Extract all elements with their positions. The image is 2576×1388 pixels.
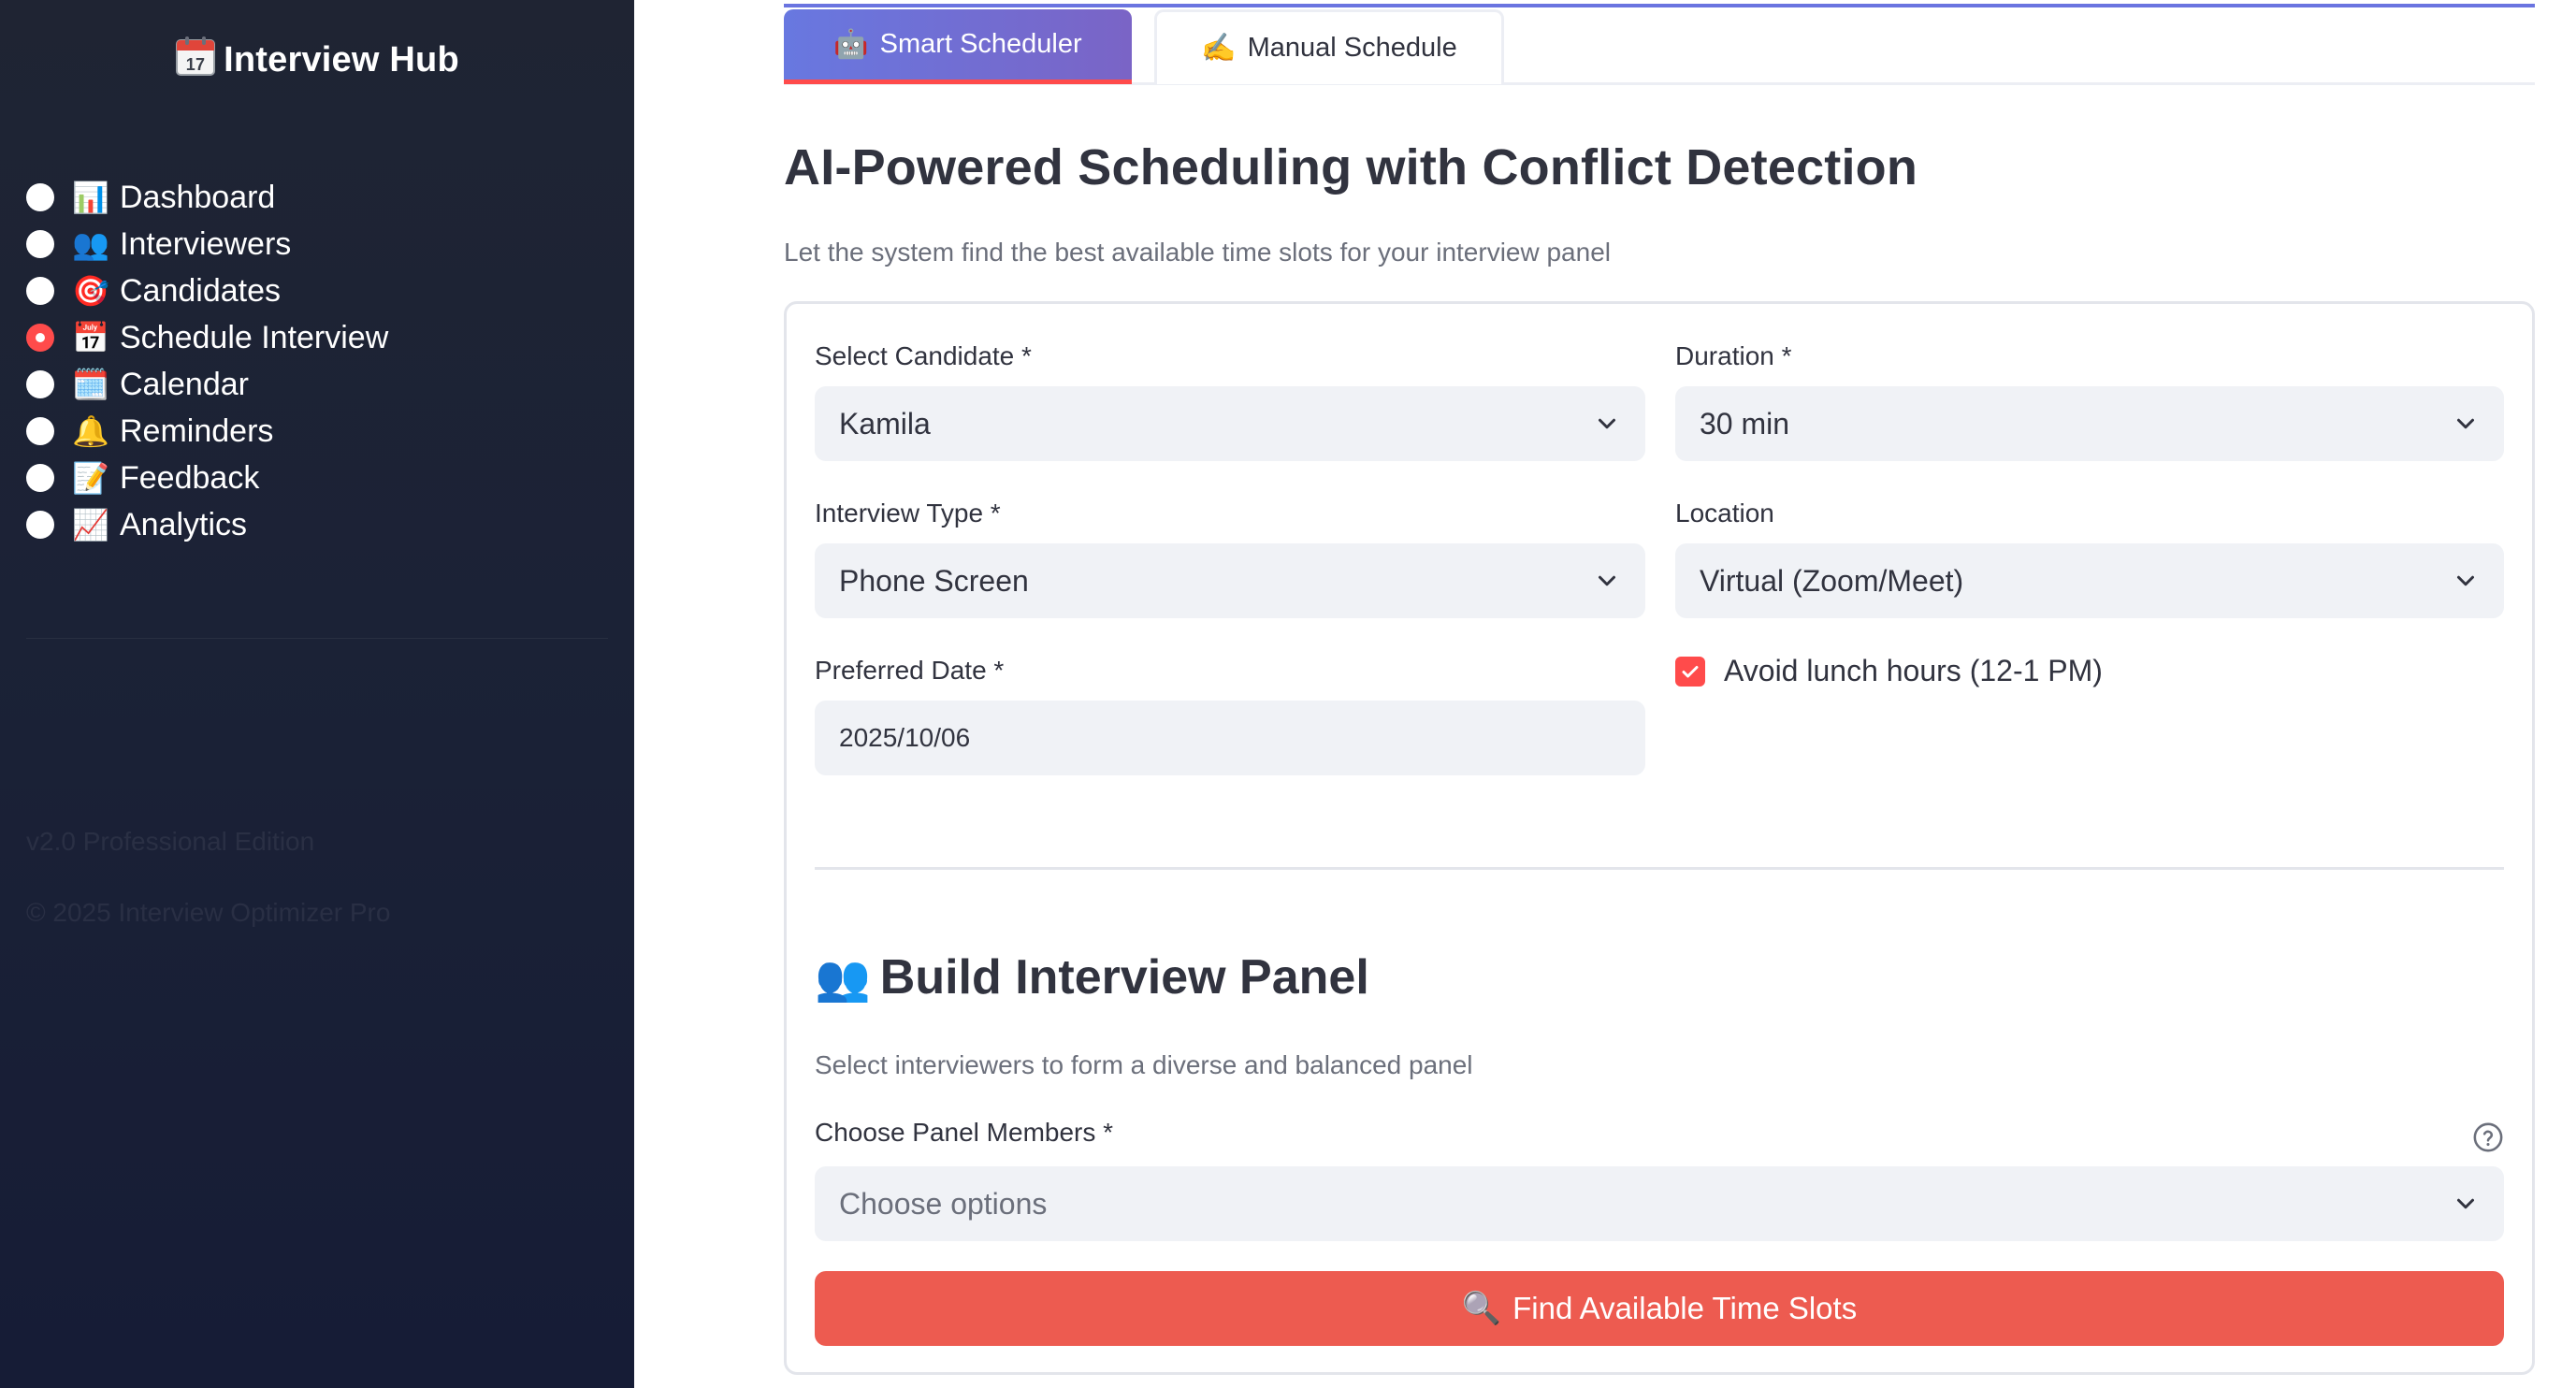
sidebar-item-label: Analytics xyxy=(120,506,248,542)
sidebar-item-label: Candidates xyxy=(120,272,282,309)
find-time-slots-button[interactable]: 🔍 Find Available Time Slots xyxy=(815,1271,2504,1346)
interview-type-label: Interview Type * xyxy=(815,499,1001,528)
sidebar-item-analytics[interactable]: 📈 Analytics xyxy=(26,501,388,548)
calendar-icon: 17 xyxy=(175,36,216,86)
question-circle-icon[interactable] xyxy=(2472,1121,2504,1153)
svg-text:17: 17 xyxy=(186,55,205,74)
radio-calendar[interactable] xyxy=(26,370,54,398)
candidate-select[interactable]: Kamila xyxy=(815,386,1645,461)
sidebar-item-dashboard[interactable]: 📊 Dashboard xyxy=(26,174,388,221)
panel-subtitle: Select interviewers to form a diverse an… xyxy=(815,1050,1473,1079)
sidebar-nav: 📊 Dashboard 👥 Interviewers 🎯 Candidates … xyxy=(26,174,388,548)
bell-icon: 🔔 xyxy=(72,414,109,448)
candidate-label: Select Candidate * xyxy=(815,341,1032,370)
radio-analytics[interactable] xyxy=(26,511,54,539)
candidate-value: Kamila xyxy=(839,406,931,441)
sidebar-item-label: Reminders xyxy=(120,412,274,449)
panel-title-text: Build Interview Panel xyxy=(879,950,1369,1005)
chevron-down-icon xyxy=(2457,1198,2474,1209)
location-value: Virtual (Zoom/Meet) xyxy=(1700,563,1964,598)
sidebar: 17 Interview Hub 📊 Dashboard 👥 Interview… xyxy=(0,0,634,1388)
radio-dashboard[interactable] xyxy=(26,183,54,211)
sidebar-item-interviewers[interactable]: 👥 Interviewers xyxy=(26,221,388,267)
page-subtitle: Let the system find the best available t… xyxy=(784,238,1611,267)
sidebar-item-label: Calendar xyxy=(120,366,249,402)
brand: 17 Interview Hub xyxy=(0,36,634,86)
radio-interviewers[interactable] xyxy=(26,230,54,258)
sidebar-divider xyxy=(26,638,608,639)
bar-chart-icon: 📊 xyxy=(72,181,109,214)
panel-members-label: Choose Panel Members * xyxy=(815,1118,1114,1147)
sidebar-item-label: Feedback xyxy=(120,459,260,496)
chevron-down-icon xyxy=(2457,418,2474,429)
sidebar-item-calendar[interactable]: 🗓️ Calendar xyxy=(26,361,388,408)
preferred-date-label: Preferred Date * xyxy=(815,656,1005,685)
people-icon: 👥 xyxy=(72,227,109,261)
duration-select[interactable]: 30 min xyxy=(1675,386,2504,461)
sidebar-item-reminders[interactable]: 🔔 Reminders xyxy=(26,408,388,455)
section-divider xyxy=(815,867,2504,870)
location-select[interactable]: Virtual (Zoom/Meet) xyxy=(1675,543,2504,618)
target-icon: 🎯 xyxy=(72,274,109,308)
people-icon: 👥 xyxy=(815,954,871,1004)
calendar-icon: 📅 xyxy=(72,321,109,354)
find-time-slots-label: Find Available Time Slots xyxy=(1512,1291,1858,1325)
preferred-date-value: 2025/10/06 xyxy=(839,723,971,752)
main-content: 🤖 Smart Scheduler ✍️ Manual Schedule AI-… xyxy=(784,0,2535,1388)
sidebar-item-candidates[interactable]: 🎯 Candidates xyxy=(26,267,388,314)
radio-reminders[interactable] xyxy=(26,417,54,445)
scheduler-form-card: Select Candidate * Kamila Duration * 30 … xyxy=(784,301,2535,1375)
trend-chart-icon: 📈 xyxy=(72,508,109,542)
sidebar-item-feedback[interactable]: 📝 Feedback xyxy=(26,455,388,501)
page-title: AI-Powered Scheduling with Conflict Dete… xyxy=(784,139,1918,195)
duration-label: Duration * xyxy=(1675,341,1792,370)
sidebar-item-label: Schedule Interview xyxy=(120,319,389,355)
panel-section-title: 👥 Build Interview Panel xyxy=(815,949,1369,1005)
interview-type-value: Phone Screen xyxy=(839,563,1029,598)
version-text: v2.0 Professional Edition xyxy=(26,827,315,856)
sidebar-item-label: Dashboard xyxy=(120,179,276,215)
spiral-calendar-icon: 🗓️ xyxy=(72,368,109,401)
panel-members-multiselect[interactable]: Choose options xyxy=(815,1166,2504,1241)
radio-feedback[interactable] xyxy=(26,464,54,492)
tab-label: Smart Scheduler xyxy=(879,29,1082,59)
chevron-down-icon xyxy=(1599,575,1615,586)
radio-schedule-interview-selected[interactable] xyxy=(26,324,54,352)
chevron-down-icon xyxy=(1599,418,1615,429)
duration-value: 30 min xyxy=(1700,406,1790,441)
location-label: Location xyxy=(1675,499,1774,528)
tab-smart-scheduler[interactable]: 🤖 Smart Scheduler xyxy=(784,9,1132,84)
avoid-lunch-label: Avoid lunch hours (12-1 PM) xyxy=(1724,654,2103,687)
magnifier-icon: 🔍 xyxy=(1461,1291,1502,1326)
interview-type-select[interactable]: Phone Screen xyxy=(815,543,1645,618)
avoid-lunch-checkbox-row[interactable]: Avoid lunch hours (12-1 PM) xyxy=(1675,654,2103,688)
checkmark-icon xyxy=(1682,665,1699,677)
panel-members-placeholder: Choose options xyxy=(839,1186,1048,1221)
brand-title: Interview Hub xyxy=(224,40,459,80)
preferred-date-input[interactable]: 2025/10/06 xyxy=(815,701,1645,775)
radio-candidates[interactable] xyxy=(26,277,54,305)
copyright-text: © 2025 Interview Optimizer Pro xyxy=(26,898,391,927)
tab-bar-accent xyxy=(784,4,2535,7)
tab-manual-schedule[interactable]: ✍️ Manual Schedule xyxy=(1154,9,1504,84)
writing-hand-icon: ✍️ xyxy=(1201,33,1237,64)
memo-icon: 📝 xyxy=(72,461,109,495)
sidebar-item-label: Interviewers xyxy=(120,225,292,262)
sidebar-item-schedule-interview[interactable]: 📅 Schedule Interview xyxy=(26,314,388,361)
robot-icon: 🤖 xyxy=(833,29,869,60)
chevron-down-icon xyxy=(2457,575,2474,586)
tab-label: Manual Schedule xyxy=(1247,33,1457,63)
avoid-lunch-checkbox[interactable] xyxy=(1675,656,1705,687)
